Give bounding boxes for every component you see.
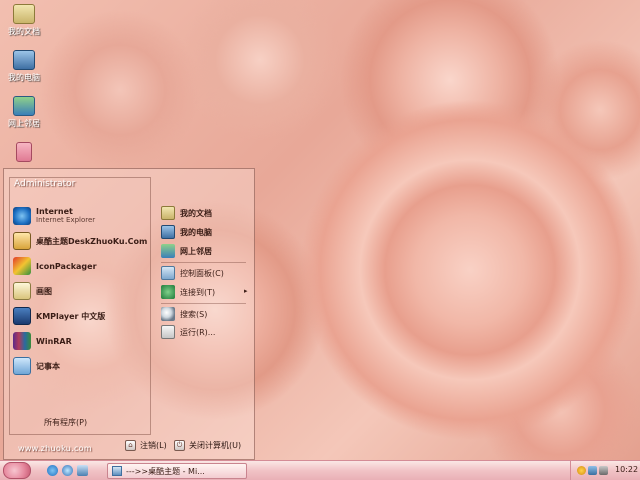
logoff-icon: ⌂ [125,440,136,451]
program-title: WinRAR [36,336,72,346]
program-internet-explorer[interactable]: Internet Internet Explorer [13,205,95,227]
place-network[interactable]: 网上邻居 [161,242,212,260]
system-tray: 10:22 [570,461,640,480]
place-connect-to[interactable]: 连接到(T) [161,283,215,301]
run-icon [161,325,175,339]
place-search[interactable]: 搜索(S) [161,305,207,323]
my-computer-icon [13,50,35,70]
start-menu: Administrator Internet Internet Explorer… [3,168,255,460]
program-title: 画图 [36,286,52,296]
desktop-icon-my-documents[interactable]: 我的文档 [4,4,44,37]
my-computer-icon [161,225,175,239]
ie-icon [13,207,31,225]
window-icon [112,466,122,476]
start-button[interactable] [3,462,31,479]
network-icon [161,244,175,258]
program-zhuoku-theme[interactable]: 桌酷主题DeskZhuoKu.Com [13,230,147,252]
place-my-computer[interactable]: 我的电脑 [161,223,212,241]
program-notepad[interactable]: 记事本 [13,355,60,377]
desktop-icon-label: 网上邻居 [8,119,40,128]
place-control-panel[interactable]: 控制面板(C) [161,264,224,282]
desktop-icon-label: 我的文档 [8,27,40,36]
iconpackager-icon [13,257,31,275]
paint-icon [13,282,31,300]
power-icon: ⏻ [174,440,185,451]
site-url: www.zhuoku.com [18,444,92,453]
quicklaunch-show-desktop-icon[interactable] [77,465,88,476]
program-iconpackager[interactable]: IconPackager [13,255,97,277]
search-icon [161,307,175,321]
desktop-icon-label: 我的电脑 [8,73,40,82]
tray-volume-icon[interactable] [599,466,608,475]
menu-separator [161,303,246,304]
tray-network-icon[interactable] [588,466,597,475]
place-label: 控制面板(C) [180,268,224,278]
shutdown-label: 关闭计算机(U) [189,441,242,450]
program-title: IconPackager [36,261,97,271]
kmplayer-icon [13,307,31,325]
program-title: 记事本 [36,361,60,371]
place-label: 我的电脑 [180,227,212,237]
all-programs-button[interactable]: 所有程序(P) [44,417,87,428]
taskbar-window-button[interactable]: --->>桌酷主题 - Mi... [107,463,247,479]
winrar-icon [13,332,31,350]
recycle-bin-icon [16,142,32,162]
user-name: Administrator [14,179,76,189]
program-subtitle: Internet Explorer [36,216,96,224]
desktop-icon-recycle-bin[interactable] [4,142,44,164]
my-documents-icon [161,206,175,220]
place-my-documents[interactable]: 我的文档 [161,204,212,222]
place-label: 我的文档 [180,208,212,218]
taskbar-window-label: --->>桌酷主题 - Mi... [126,466,205,476]
menu-separator [161,262,246,263]
tray-qq-icon[interactable] [577,466,586,475]
program-winrar[interactable]: WinRAR [13,330,72,352]
all-programs-label: 所有程序(P) [44,418,88,427]
theme-icon [13,232,31,250]
program-paint[interactable]: 画图 [13,280,52,302]
my-documents-icon [13,4,35,24]
notepad-icon [13,357,31,375]
place-label: 网上邻居 [180,246,212,256]
place-label: 连接到(T) [180,287,216,297]
submenu-arrow-icon: ▸ [244,287,248,295]
program-title: Internet [36,207,73,216]
program-kmplayer[interactable]: KMPlayer 中文版 [13,305,105,327]
place-label: 搜索(S) [180,309,208,319]
logoff-label: 注销(L) [140,441,167,450]
shutdown-button[interactable]: ⏻ 关闭计算机(U) [174,440,241,451]
quicklaunch-media-icon[interactable] [62,465,73,476]
taskbar: --->>桌酷主题 - Mi... 10:22 [0,460,640,480]
clock[interactable]: 10:22 [615,465,638,474]
connect-icon [161,285,175,299]
quicklaunch-ie-icon[interactable] [47,465,58,476]
network-icon [13,96,35,116]
logoff-button[interactable]: ⌂ 注销(L) [125,440,167,451]
place-label: 运行(R)... [180,327,216,337]
place-run[interactable]: 运行(R)... [161,323,215,341]
desktop-icon-network[interactable]: 网上邻居 [4,96,44,129]
program-title: 桌酷主题DeskZhuoKu.Com [36,236,148,246]
program-title: KMPlayer 中文版 [36,311,106,321]
control-panel-icon [161,266,175,280]
desktop-icon-my-computer[interactable]: 我的电脑 [4,50,44,83]
